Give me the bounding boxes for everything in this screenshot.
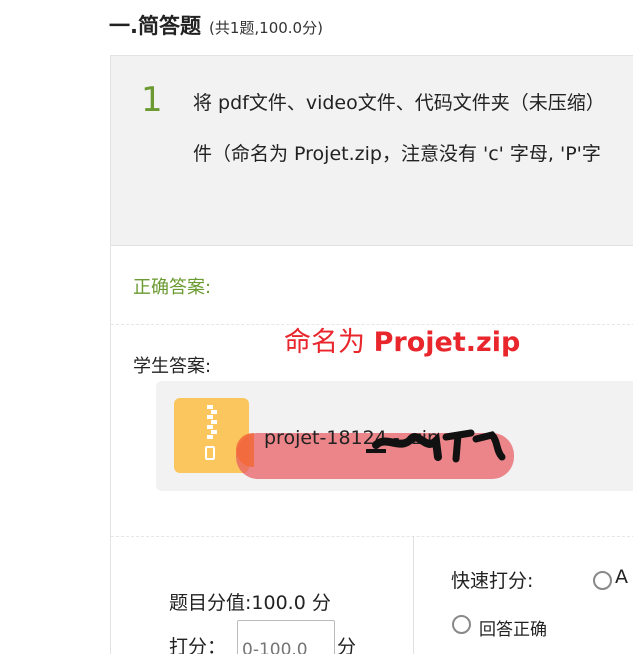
radio-option-correct-label: 回答正确 bbox=[479, 620, 547, 640]
divider bbox=[111, 536, 633, 537]
section-subtitle: (共1题,100.0分) bbox=[208, 19, 323, 37]
question-number: 1 bbox=[141, 80, 163, 120]
score-value-text: 题目分值:100.0 分 bbox=[169, 588, 331, 615]
score-unit: 分 bbox=[337, 636, 357, 654]
radio-option-a[interactable] bbox=[593, 571, 612, 590]
redaction-scribble bbox=[366, 429, 506, 463]
red-annotation: 命名为 Projet.zip bbox=[284, 320, 520, 359]
score-value: 100.0 分 bbox=[251, 592, 331, 614]
attachment-box[interactable]: projet-18124 - .zip bbox=[156, 381, 633, 491]
vertical-divider bbox=[413, 536, 414, 654]
question-text-line2: 件（命名为 Projet.zip，注意没有 'c' 字母, 'P'字 bbox=[193, 143, 601, 165]
annotation-prefix: 命名为 bbox=[284, 327, 374, 358]
zip-pull-graphic bbox=[205, 446, 215, 460]
radio-option-a-label: A bbox=[615, 566, 628, 588]
section-title: 一.简答题 bbox=[109, 14, 201, 38]
correct-answer-label: 正确答案: bbox=[133, 277, 212, 298]
annotation-filename: Projet.zip bbox=[373, 327, 521, 358]
question-card: 1 将 pdf文件、video文件、代码文件夹（未压缩） 件（命名为 Proje… bbox=[110, 55, 633, 654]
question-text-line1: 将 pdf文件、video文件、代码文件夹（未压缩） bbox=[193, 92, 605, 114]
radio-option-correct[interactable] bbox=[452, 615, 471, 634]
score-label: 打分： bbox=[169, 636, 227, 654]
student-answer-label: 学生答案: bbox=[133, 356, 212, 377]
quick-score-label: 快速打分: bbox=[451, 570, 534, 592]
score-value-label: 题目分值: bbox=[169, 592, 252, 614]
score-input[interactable] bbox=[237, 620, 335, 654]
question-header: 1 将 pdf文件、video文件、代码文件夹（未压缩） 件（命名为 Proje… bbox=[111, 56, 633, 246]
section-header: 一.简答题 (共1题,100.0分) bbox=[109, 10, 323, 40]
